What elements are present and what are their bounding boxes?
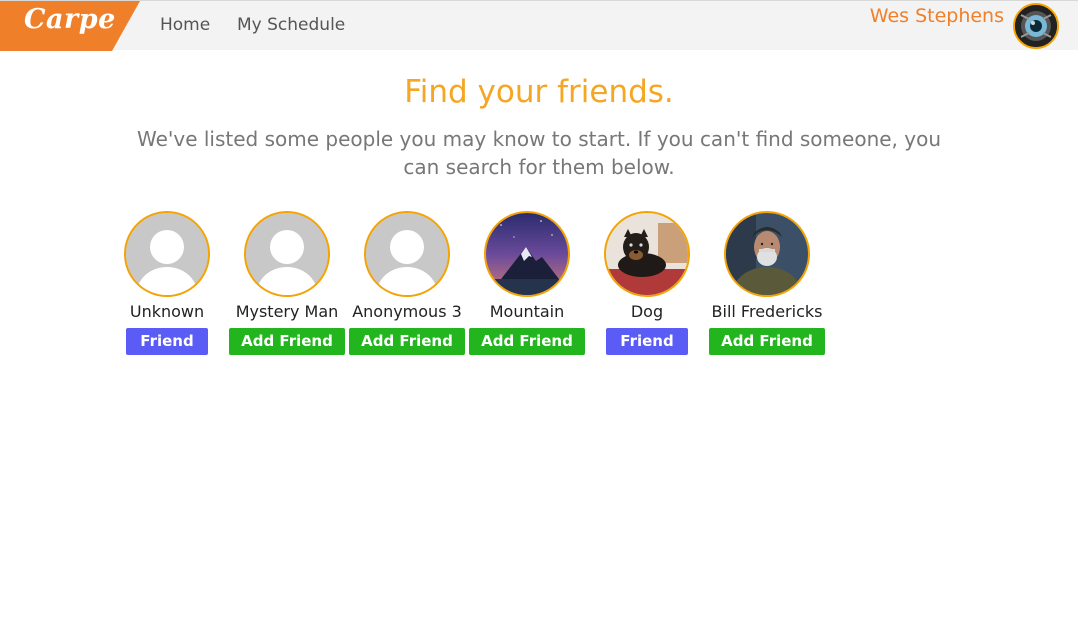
old-man-photo-icon <box>726 213 808 295</box>
friend-avatar[interactable] <box>364 211 450 297</box>
nav-my-schedule-link[interactable]: My Schedule <box>237 15 345 35</box>
dog-photo-icon <box>606 213 688 295</box>
default-person-icon <box>126 213 208 295</box>
friend-name: Mystery Man <box>235 302 339 321</box>
friend-avatar[interactable] <box>604 211 690 297</box>
webcam-lens-avatar-icon <box>1015 5 1057 47</box>
friend-card: Dog Friend <box>587 211 707 361</box>
friend-avatar[interactable] <box>484 211 570 297</box>
top-navbar: Carpe Home My Schedule Wes Stephens <box>0 0 1078 51</box>
friend-card: Unknown Friend <box>107 211 227 361</box>
page-title: Find your friends. <box>404 74 674 110</box>
page-subtitle: We've listed some people you may know to… <box>136 127 942 179</box>
friend-suggestions: Unknown Friend Mystery Man Add Friend An… <box>107 211 947 361</box>
default-person-icon <box>366 213 448 295</box>
friend-card: Mountain Add Friend <box>467 211 587 361</box>
mountain-photo-icon <box>486 213 568 295</box>
add-friend-button[interactable]: Add Friend <box>229 328 345 355</box>
friend-name: Mountain <box>489 302 565 321</box>
friend-card: Anonymous 3 Add Friend <box>347 211 467 361</box>
user-name[interactable]: Wes Stephens <box>870 5 1004 27</box>
add-friend-button[interactable]: Add Friend <box>709 328 825 355</box>
friend-name: Unknown <box>129 302 205 321</box>
friend-status-button[interactable]: Friend <box>606 328 688 355</box>
friend-name: Anonymous 3 <box>352 302 462 321</box>
friend-avatar[interactable] <box>724 211 810 297</box>
friend-card: Mystery Man Add Friend <box>227 211 347 361</box>
friend-card: Bill Fredericks Add Friend <box>707 211 827 361</box>
user-avatar[interactable] <box>1013 3 1059 49</box>
add-friend-button[interactable]: Add Friend <box>349 328 465 355</box>
default-person-icon <box>246 213 328 295</box>
friend-name: Dog <box>630 302 664 321</box>
friend-status-button[interactable]: Friend <box>126 328 208 355</box>
friend-avatar[interactable] <box>124 211 210 297</box>
friend-name: Bill Fredericks <box>711 302 823 321</box>
brand-logo[interactable]: Carpe <box>0 1 140 51</box>
nav-home-link[interactable]: Home <box>160 15 210 35</box>
add-friend-button[interactable]: Add Friend <box>469 328 585 355</box>
friend-avatar[interactable] <box>244 211 330 297</box>
logo-text: Carpe <box>24 4 116 35</box>
